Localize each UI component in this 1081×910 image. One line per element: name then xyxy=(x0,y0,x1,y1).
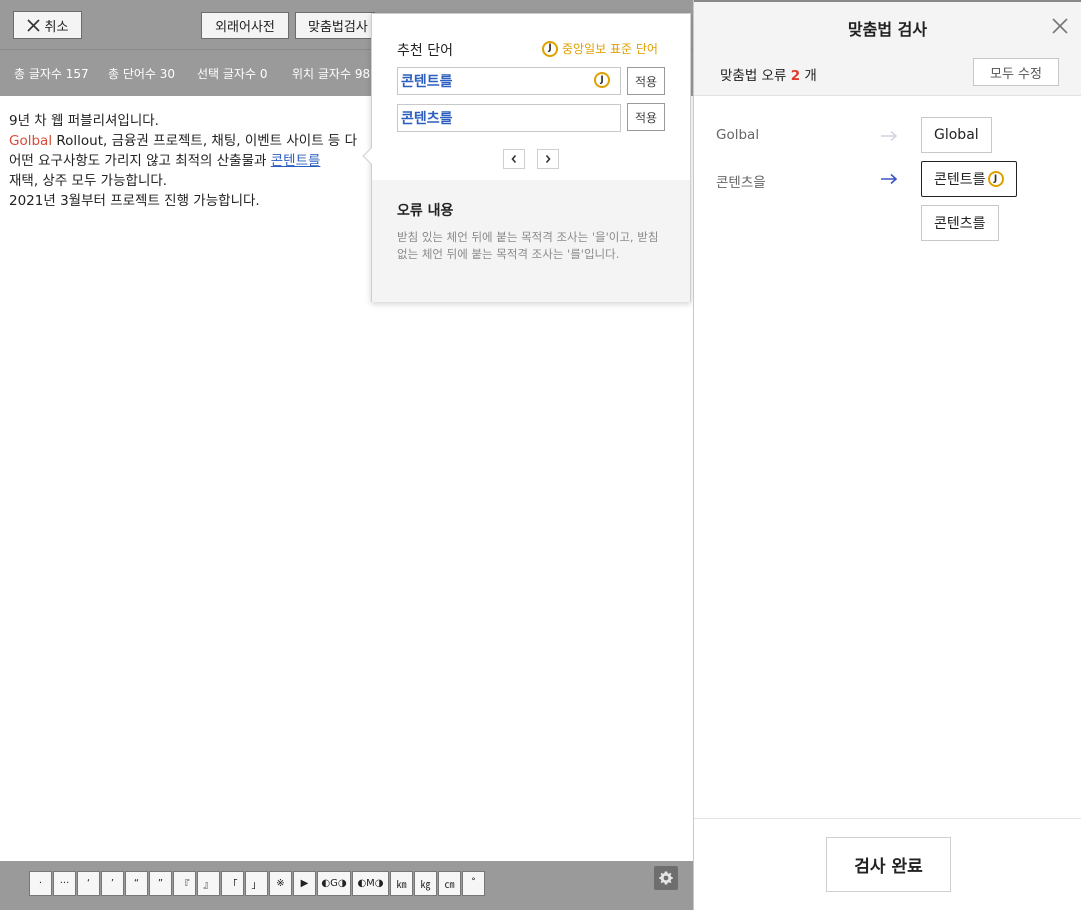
popover-title: 추천 단어 xyxy=(397,43,453,59)
suggestion-field[interactable]: 콘텐츠를 xyxy=(397,104,621,132)
standard-word-text: 중앙일보 표준 단어 xyxy=(562,42,658,56)
symbol-button[interactable]: 「 xyxy=(221,871,244,896)
gear-icon xyxy=(659,871,673,885)
joongang-j-icon: J xyxy=(594,72,610,88)
close-icon xyxy=(26,18,40,32)
symbol-button[interactable]: ▶ xyxy=(293,871,316,896)
suggestion-text: 콘텐츠를 xyxy=(401,111,453,127)
apply-button[interactable]: 적용 xyxy=(627,67,665,95)
panel-footer: 검사 완료 xyxy=(694,818,1081,910)
special-characters-bar: · ··· ‘ ’ “ ” 『 』 「 」 ※ ▶ ◐G◑ ◐M◑ ㎞ ㎏ ㎝ … xyxy=(0,861,693,910)
symbol-button[interactable]: ‘ xyxy=(77,871,100,896)
spellcheck-label: 맞춤법검사 xyxy=(308,20,368,35)
symbol-button[interactable]: “ xyxy=(125,871,148,896)
close-icon[interactable] xyxy=(1052,18,1068,34)
next-button[interactable] xyxy=(537,149,559,169)
symbol-button[interactable]: ㎝ xyxy=(438,871,461,896)
joongang-j-icon: J xyxy=(542,40,558,57)
correction-button-selected[interactable]: 콘텐트를 J xyxy=(921,161,1017,197)
correction-button[interactable]: 콘텐츠를 xyxy=(921,205,999,241)
text-line: 9년 차 웹 퍼블리셔입니다. xyxy=(9,113,159,129)
text-segment: Rollout, 금융권 프로젝트, 채팅, 이벤트 사이트 등 다 xyxy=(52,133,358,149)
symbol-button[interactable]: ··· xyxy=(53,871,76,896)
cancel-label: 취소 xyxy=(44,19,69,35)
symbol-button[interactable]: ㎞ xyxy=(390,871,413,896)
arrow-right-icon xyxy=(881,173,898,185)
chevron-left-icon xyxy=(511,154,517,164)
suggestion-field[interactable]: 콘텐트를 J xyxy=(397,67,621,95)
selected-chars: 선택 글자수 0 xyxy=(197,67,268,81)
symbol-button[interactable]: ㎏ xyxy=(414,871,437,896)
text-line: 재택, 상주 모두 가능합니다. xyxy=(9,173,168,189)
text-line: Golbal Rollout, 금융권 프로젝트, 채팅, 이벤트 사이트 등 … xyxy=(9,129,357,149)
symbol-button[interactable]: 『 xyxy=(173,871,196,896)
symbol-button[interactable]: · xyxy=(29,871,52,896)
panel-header: 맞춤법 검사 xyxy=(694,0,1081,47)
spellcheck-panel: 맞춤법 검사 맞춤법 오류 2 개 모두 수정 Golbal Global 콘텐… xyxy=(693,0,1081,910)
error-info-description: 받침 있는 체언 뒤에 붙는 목적격 조사는 '을'이고, 받침 없는 체언 뒤… xyxy=(397,230,659,261)
correction-button[interactable]: Global xyxy=(921,117,992,153)
apply-button[interactable]: 적용 xyxy=(627,103,665,131)
standard-word-label: J 중앙일보 표준 단어 xyxy=(542,40,658,57)
symbol-button[interactable]: 』 xyxy=(197,871,220,896)
symbol-button[interactable]: ” xyxy=(149,871,172,896)
correction-text: 콘텐트를 xyxy=(934,172,986,188)
error-count-unit: 개 xyxy=(804,68,817,84)
check-complete-button[interactable]: 검사 완료 xyxy=(826,837,951,892)
text-line: 2021년 3월부터 프로젝트 진행 가능합니다. xyxy=(9,193,260,209)
spellcheck-button[interactable]: 맞춤법검사 xyxy=(295,12,375,39)
loanword-dictionary-button[interactable]: 외래어사전 xyxy=(201,12,289,39)
total-words: 총 단어수 30 xyxy=(108,67,176,81)
loanword-dictionary-label: 외래어사전 xyxy=(215,20,275,35)
symbol-button[interactable]: ◐G◑ xyxy=(317,871,351,896)
cancel-button[interactable]: 취소 xyxy=(13,11,82,39)
panel-title: 맞춤법 검사 xyxy=(847,20,928,39)
symbol-button[interactable]: 」 xyxy=(245,871,268,896)
symbol-button[interactable]: ˚ xyxy=(462,871,485,896)
text-line: 어떤 요구사항도 가리지 않고 최적의 산출물과 콘텐트를 xyxy=(9,149,320,169)
settings-button[interactable] xyxy=(654,866,678,890)
position-chars: 위치 글자수 98 xyxy=(292,67,371,81)
previous-button[interactable] xyxy=(503,149,525,169)
panel-subheader: 맞춤법 오류 2 개 모두 수정 xyxy=(694,47,1081,96)
chevron-right-icon xyxy=(545,154,551,164)
fix-all-button[interactable]: 모두 수정 xyxy=(973,58,1059,86)
symbol-button[interactable]: ※ xyxy=(269,871,292,896)
arrow-right-icon xyxy=(881,130,898,142)
error-count-label: 맞춤법 오류 xyxy=(720,68,787,84)
error-word[interactable]: Golbal xyxy=(9,133,52,149)
error-count: 맞춤법 오류 2 개 xyxy=(720,64,817,84)
selected-error-word[interactable]: 콘텐트를 xyxy=(271,153,321,169)
error-info-title: 오류 내용 xyxy=(397,203,454,219)
symbol-button[interactable]: ◐M◑ xyxy=(352,871,389,896)
suggestion-text: 콘텐트를 xyxy=(401,74,453,90)
text-segment: 어떤 요구사항도 가리지 않고 최적의 산출물과 xyxy=(9,153,271,169)
original-word[interactable]: Golbal xyxy=(716,127,759,143)
suggestion-popover: 추천 단어 J 중앙일보 표준 단어 콘텐트를 J 적용 콘텐츠를 적용 오류 … xyxy=(362,13,691,302)
total-chars: 총 글자수 157 xyxy=(14,67,89,81)
symbol-button[interactable]: ’ xyxy=(101,871,124,896)
error-count-number: 2 xyxy=(790,68,801,84)
error-info-section: 오류 내용 받침 있는 체언 뒤에 붙는 목적격 조사는 '을'이고, 받침 없… xyxy=(372,180,690,302)
original-word[interactable]: 콘텐츠을 xyxy=(716,171,766,191)
joongang-j-icon: J xyxy=(987,171,1004,187)
